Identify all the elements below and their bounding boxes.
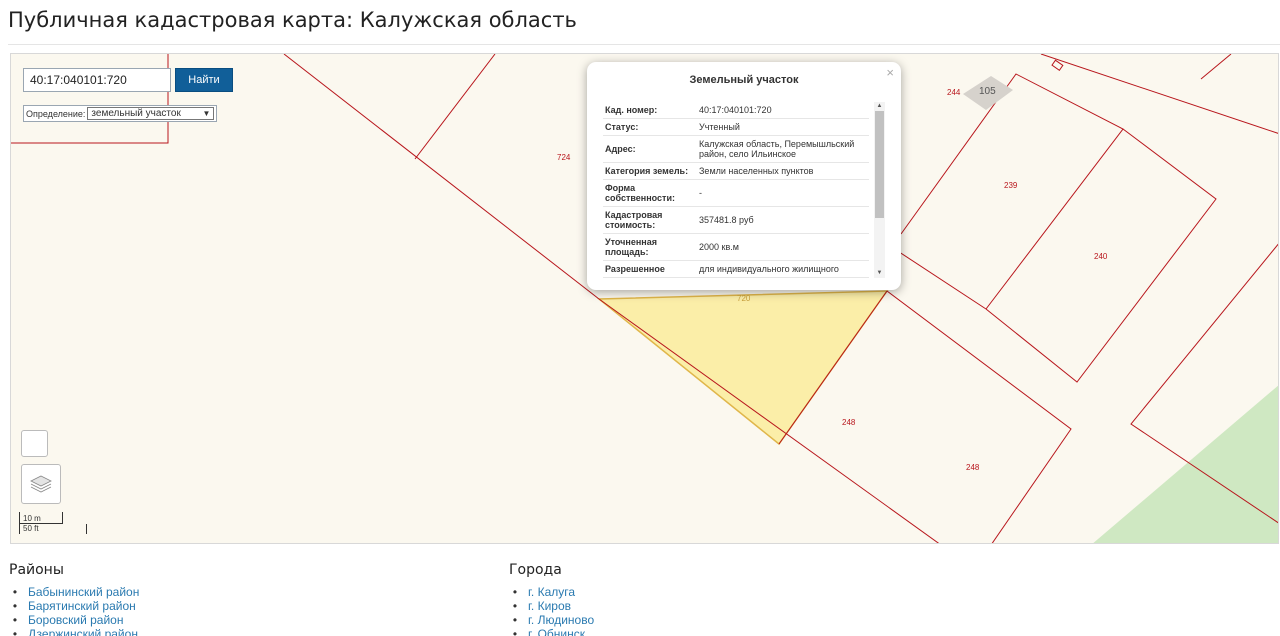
popup-row: Категория земель: Земли населенных пункто… [603, 162, 869, 180]
cadastral-search-input[interactable] [23, 68, 171, 92]
popup-row: Адрес: Калужская область, Перемышльский р… [603, 135, 869, 163]
attribute-label: Разрешенное [603, 260, 697, 278]
attribute-value: для индивидуального жилищного [697, 260, 869, 278]
attribute-value: 40:17:040101:720 [697, 102, 869, 119]
search-bar: Найти [23, 68, 233, 92]
definition-selected-value: земельный участок [91, 108, 181, 119]
map-scale-bar: 10 m 50 ft [19, 512, 87, 534]
search-button[interactable]: Найти [175, 68, 233, 92]
parcel-label-720: 720 [737, 294, 751, 303]
popup-row: Уточненная площадь: 2000 кв.м [603, 233, 869, 261]
popup-row: Разрешенное для индивидуального жилищного [603, 260, 869, 278]
chevron-down-icon: ▼ [202, 109, 211, 118]
attribute-label: Категория земель: [603, 162, 697, 180]
city-link[interactable]: г. Людиново [509, 613, 594, 627]
definition-select[interactable]: земельный участок ▼ [87, 107, 215, 120]
attribute-value: Земли населенных пунктов [697, 162, 869, 180]
attribute-label: Кад. номер: [603, 102, 697, 119]
districts-section: Районы Бабынинский районБарятинский райо… [9, 562, 139, 636]
districts-heading: Районы [9, 562, 64, 578]
attribute-label: Адрес: [603, 135, 697, 163]
parcel-top-right-2 [1200, 54, 1232, 80]
cadastral-map[interactable]: 105 724 720 244 239 240 248 248 Найти Определе… [10, 53, 1279, 544]
cities-section: Города г. Калугаг. Кировг. Людиновог. Об… [509, 562, 594, 636]
parcel-239 [900, 73, 1124, 310]
definition-label: Определение: [26, 108, 86, 119]
parcel-info-popup: × Земельный участок Кад. номер: 40:17:040… [587, 62, 901, 290]
scrollbar-thumb[interactable] [875, 111, 884, 219]
building-label-105: 105 [979, 86, 996, 97]
layers-icon [30, 475, 52, 493]
layers-button[interactable] [21, 464, 61, 504]
popup-row: Форма собственности: - [603, 179, 869, 207]
small-building-marker [1051, 59, 1064, 72]
popup-scrollbar[interactable]: ▲ ▼ [874, 102, 885, 278]
cities-heading: Города [509, 562, 562, 578]
parcel-label-240: 240 [1094, 252, 1108, 261]
green-area [1093, 385, 1278, 543]
parcel-label-244: 244 [947, 88, 961, 97]
parcel-boundary-724-diagonal [283, 54, 600, 300]
attribute-value: 2000 кв.м [697, 233, 869, 261]
parcel-top-right [1040, 54, 1278, 134]
popup-row: Кадастровая стоимость: 357481.8 руб [603, 206, 869, 234]
map-tool-button[interactable] [21, 430, 48, 457]
scale-metric: 10 m [19, 512, 63, 524]
district-link[interactable]: Барятинский район [9, 599, 139, 613]
attribute-label: Кадастровая стоимость: [603, 206, 697, 234]
title-divider [8, 44, 1280, 45]
scroll-up-icon[interactable]: ▲ [874, 102, 885, 111]
definition-control: Определение: земельный участок ▼ [23, 105, 218, 122]
city-link[interactable]: г. Калуга [509, 585, 594, 599]
parcel-label-248: 248 [842, 418, 856, 427]
page-title: Публичная кадастровая карта: Калужская о… [8, 8, 577, 32]
popup-row: Статус: Учтенный [603, 118, 869, 136]
districts-list: Бабынинский районБарятинский районБоровс… [9, 585, 139, 636]
district-link[interactable]: Боровский район [9, 613, 139, 627]
district-link[interactable]: Бабынинский район [9, 585, 139, 599]
popup-row: Кад. номер: 40:17:040101:720 [603, 102, 869, 119]
attribute-value: - [697, 179, 869, 207]
parcel-attributes-table: Кад. номер: 40:17:040101:720 Статус: Учтенн… [603, 102, 869, 278]
parcel-label-239: 239 [1004, 181, 1018, 190]
cities-list: г. Калугаг. Кировг. Людиновог. Обнинск [509, 585, 594, 636]
scroll-down-icon[interactable]: ▼ [874, 269, 885, 278]
attribute-value: Калужская область, Перемышльский район, … [697, 135, 869, 163]
parcel-boundary-top-diagonal [414, 54, 496, 160]
attribute-value: 357481.8 руб [697, 206, 869, 234]
parcel-boundary-mid [886, 243, 987, 310]
attribute-label: Уточненная площадь: [603, 233, 697, 261]
attribute-label: Статус: [603, 118, 697, 136]
parcel-boundary-248 [886, 290, 1072, 543]
popup-title: Земельный участок [689, 74, 799, 86]
parcel-label-724: 724 [557, 153, 571, 162]
popup-body[interactable]: Кад. номер: 40:17:040101:720 Статус: Учтенн… [603, 102, 885, 278]
parcel-label-248: 248 [966, 463, 980, 472]
attribute-value: Учтенный [697, 118, 869, 136]
attribute-label: Форма собственности: [603, 179, 697, 207]
city-link[interactable]: г. Обнинск [509, 627, 594, 636]
city-link[interactable]: г. Киров [509, 599, 594, 613]
scale-imperial: 50 ft [19, 524, 87, 534]
district-link[interactable]: Дзержинский район [9, 627, 139, 636]
